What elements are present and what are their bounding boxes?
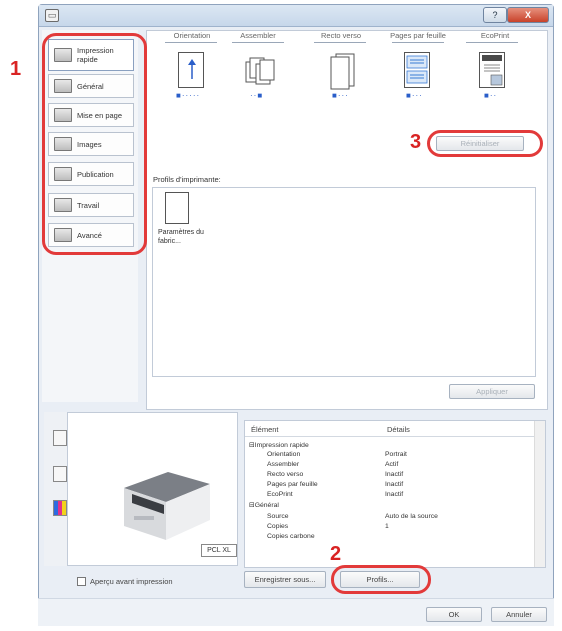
column-header-item: Élément bbox=[251, 425, 279, 434]
cell-item: Copies carbone bbox=[267, 533, 315, 540]
cell-detail: Actif bbox=[385, 461, 399, 468]
pdl-badge: PCL XL bbox=[201, 544, 237, 557]
print-preview-checkbox[interactable] bbox=[77, 577, 86, 586]
save-as-button[interactable]: Enregistrer sous... bbox=[244, 571, 326, 588]
tab-label: Général bbox=[77, 81, 104, 91]
column-label-orientation: Orientation bbox=[173, 31, 211, 40]
cell-item: ⊟Général bbox=[249, 502, 279, 509]
title-bar: ▭ ? X bbox=[39, 5, 553, 27]
callout-number-3: 3 bbox=[410, 131, 422, 153]
tab-label: Impression rapide bbox=[77, 46, 114, 64]
cell-detail: Portrait bbox=[385, 451, 407, 458]
tab-label: Travail bbox=[77, 200, 100, 210]
profiles-button[interactable]: Profils... bbox=[340, 571, 420, 588]
cell-item: Source bbox=[267, 513, 289, 520]
column-divider bbox=[392, 42, 444, 43]
column-divider bbox=[466, 42, 518, 43]
job-icon bbox=[54, 198, 72, 212]
close-button[interactable]: X bbox=[507, 7, 549, 23]
profile-item-label[interactable]: Paramètres du fabric... bbox=[158, 228, 208, 246]
pages-per-sheet-options-dots: ■··· bbox=[406, 91, 423, 100]
printer-icon: ▭ bbox=[45, 9, 59, 22]
assembler-options-dots: ··■ bbox=[250, 91, 264, 100]
cell-detail: Inactif bbox=[385, 471, 404, 478]
column-label-assembler: Assembler bbox=[240, 31, 276, 40]
cell-item: EcoPrint bbox=[267, 491, 293, 498]
column-header-details: Détails bbox=[387, 425, 410, 434]
column-divider bbox=[165, 42, 217, 43]
collate-icon[interactable] bbox=[244, 50, 278, 90]
tab-label: Mise en page bbox=[77, 110, 123, 120]
page-view-icon[interactable] bbox=[53, 466, 67, 482]
column-label-pages-par-feuille: Pages par feuille bbox=[390, 31, 446, 40]
cell-item: ⊟Impression rapide bbox=[249, 442, 309, 449]
tab-publication[interactable]: Publication bbox=[48, 162, 134, 186]
quick-print-icon bbox=[54, 48, 72, 62]
printer-view-icon[interactable] bbox=[53, 430, 67, 446]
profile-document-icon[interactable] bbox=[165, 192, 189, 224]
portrait-arrow-icon[interactable] bbox=[178, 52, 204, 88]
ok-button[interactable]: OK bbox=[426, 607, 482, 622]
table-scrollbar[interactable] bbox=[534, 421, 545, 567]
callout-number-1: 1 bbox=[10, 58, 22, 80]
ecoprint-options-dots: ■·· bbox=[484, 91, 498, 100]
cell-item: Pages par feuille bbox=[267, 481, 318, 488]
cell-item: Copies bbox=[267, 523, 289, 530]
cell-detail: 1 bbox=[385, 523, 389, 530]
general-icon bbox=[54, 79, 72, 93]
tab-label: Images bbox=[77, 139, 102, 149]
duplex-options-dots: ■··· bbox=[332, 91, 349, 100]
cell-detail: Inactif bbox=[385, 491, 404, 498]
pages-per-sheet-icon[interactable] bbox=[404, 52, 430, 88]
tab-label: Publication bbox=[77, 169, 114, 179]
column-divider bbox=[314, 42, 366, 43]
publication-icon bbox=[54, 167, 72, 181]
tab-label: Avancé bbox=[77, 230, 102, 240]
cell-item: Orientation bbox=[267, 451, 301, 458]
color-view-icon[interactable] bbox=[53, 500, 67, 516]
settings-summary-table: Élément Détails ⊟Impression rapide Orien… bbox=[244, 420, 546, 568]
layout-icon bbox=[54, 108, 72, 122]
table-header: Élément Détails bbox=[245, 421, 545, 437]
apply-button[interactable]: Appliquer bbox=[449, 384, 535, 399]
tab-images[interactable]: Images bbox=[48, 132, 134, 156]
printer-illustration bbox=[104, 458, 214, 548]
column-divider bbox=[232, 42, 284, 43]
tab-general[interactable]: Général bbox=[48, 74, 134, 98]
column-label-ecoprint: EcoPrint bbox=[480, 31, 510, 40]
cell-item: Assembler bbox=[267, 461, 300, 468]
column-label-recto-verso: Recto verso bbox=[320, 31, 362, 40]
profiles-label: Profils d'imprimante: bbox=[153, 175, 221, 184]
cell-detail: Auto de la source bbox=[385, 513, 438, 520]
advanced-icon bbox=[54, 228, 72, 242]
cancel-button[interactable]: Annuler bbox=[491, 607, 547, 622]
help-button[interactable]: ? bbox=[483, 7, 507, 23]
callout-number-2: 2 bbox=[330, 543, 342, 565]
images-icon bbox=[54, 137, 72, 151]
tab-travail[interactable]: Travail bbox=[48, 193, 134, 217]
orientation-options-dots: ■····· bbox=[176, 91, 201, 100]
ecoprint-icon[interactable] bbox=[479, 52, 505, 88]
tab-mise-en-page[interactable]: Mise en page bbox=[48, 103, 134, 127]
print-preview-label: Aperçu avant impression bbox=[90, 577, 173, 586]
tab-avance[interactable]: Avancé bbox=[48, 223, 134, 247]
tab-impression-rapide[interactable]: Impression rapide bbox=[48, 39, 134, 71]
duplex-icon[interactable] bbox=[328, 52, 358, 90]
profiles-list bbox=[152, 187, 536, 377]
reset-button[interactable]: Réinitialiser bbox=[436, 136, 524, 151]
cell-detail: Inactif bbox=[385, 481, 404, 488]
cell-item: Recto verso bbox=[267, 471, 304, 478]
